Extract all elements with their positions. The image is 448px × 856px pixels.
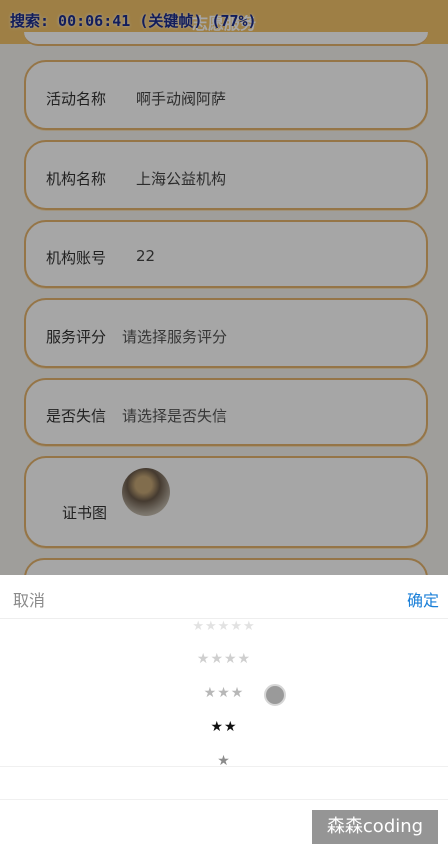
selection-line-bottom bbox=[0, 799, 448, 800]
picker-option[interactable]: ★★★ bbox=[0, 685, 448, 701]
cancel-button[interactable]: 取消 bbox=[13, 587, 45, 611]
picker-toolbar: 取消 确定 bbox=[0, 575, 448, 619]
confirm-button[interactable]: 确定 bbox=[407, 587, 439, 611]
touch-indicator bbox=[264, 684, 286, 706]
picker-option-selected[interactable]: ★★ bbox=[0, 719, 448, 735]
selection-line-top bbox=[0, 766, 448, 767]
watermark-label: 森森coding bbox=[312, 810, 438, 844]
picker-option[interactable]: ★★★★★ bbox=[0, 619, 448, 634]
picker-option[interactable]: ★★★★ bbox=[0, 651, 448, 667]
